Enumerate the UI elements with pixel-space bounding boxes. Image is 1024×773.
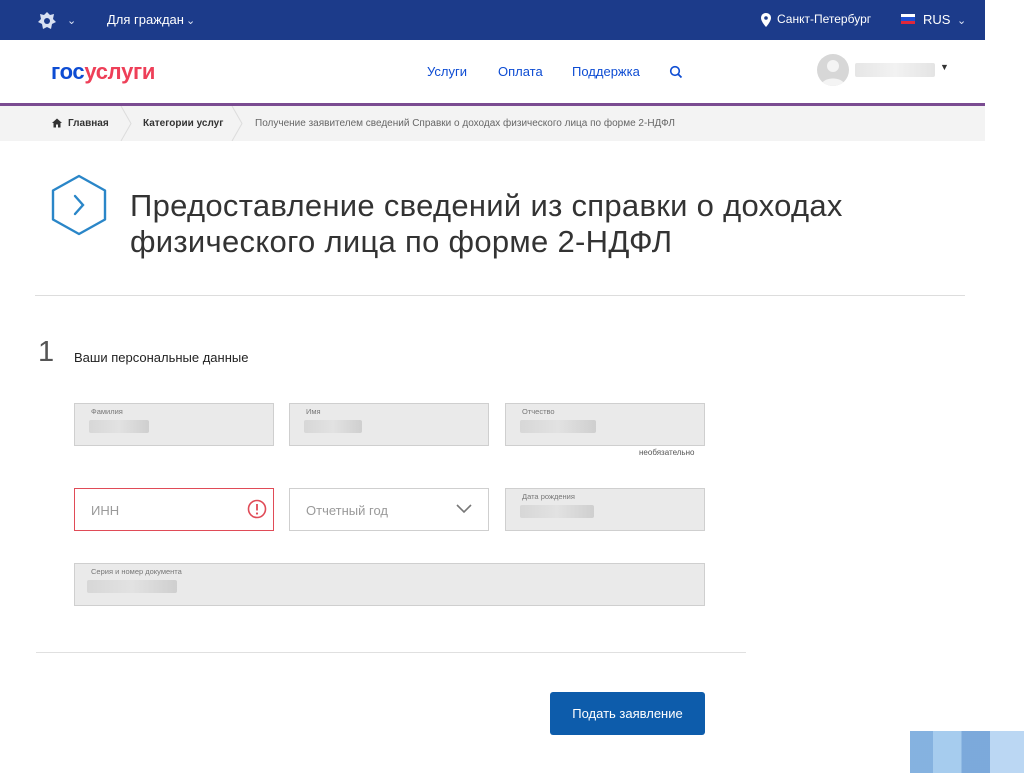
nav-support[interactable]: Поддержка <box>572 64 640 79</box>
step-number: 1 <box>38 336 55 368</box>
surname-label: Фамилия <box>91 407 123 416</box>
breadcrumb-separator <box>120 106 132 141</box>
breadcrumb-separator <box>231 106 243 141</box>
chevron-down-icon[interactable]: ⌄ <box>67 14 76 27</box>
submit-application-button[interactable]: Подать заявление <box>550 692 705 735</box>
birth-date-field[interactable]: Дата рождения <box>505 488 705 531</box>
patronymic-field[interactable]: Отчество <box>505 403 705 446</box>
birth-date-label: Дата рождения <box>522 492 575 501</box>
language-selector[interactable]: RUS <box>923 12 950 27</box>
chevron-down-icon[interactable]: ⌄ <box>186 14 195 27</box>
inn-placeholder: ИНН <box>91 503 120 518</box>
page-title: Предоставление сведений из справки о дох… <box>130 188 843 259</box>
site-header: госуслуги Услуги Оплата Поддержка ▼ <box>0 40 985 106</box>
nav-services[interactable]: Услуги <box>427 64 467 79</box>
russian-flag-icon <box>901 14 915 24</box>
breadcrumb-home[interactable]: Главная <box>68 118 109 129</box>
surname-field[interactable]: Фамилия <box>74 403 274 446</box>
chevron-down-icon[interactable] <box>455 503 473 515</box>
document-number-value-blurred <box>87 580 177 593</box>
document-number-field[interactable]: Серия и номер документа <box>74 563 705 606</box>
error-alert-icon <box>247 499 267 519</box>
chevron-down-icon[interactable]: ⌄ <box>957 14 966 27</box>
first-name-field[interactable]: Имя <box>289 403 489 446</box>
birth-date-value-blurred <box>520 505 594 518</box>
city-selector[interactable]: Санкт-Петербург <box>777 12 871 26</box>
gosuslugi-logo[interactable]: госуслуги <box>51 59 155 85</box>
breadcrumb-category[interactable]: Категории услуг <box>143 118 223 129</box>
nav-payment[interactable]: Оплата <box>498 64 543 79</box>
user-name-blurred[interactable] <box>855 63 935 77</box>
coat-of-arms-icon[interactable] <box>36 10 58 32</box>
blurred-overlay <box>910 731 1024 773</box>
patronymic-label: Отчество <box>522 407 555 416</box>
divider <box>35 295 965 296</box>
page: ⌄ Для граждан ⌄ Санкт-Петербург RUS ⌄ го… <box>0 0 985 773</box>
top-bar: ⌄ Для граждан ⌄ Санкт-Петербург RUS ⌄ <box>0 0 985 40</box>
breadcrumb-current: Получение заявителем сведений Справки о … <box>255 118 675 129</box>
optional-note: необязательно <box>639 448 695 457</box>
first-name-label: Имя <box>306 407 321 416</box>
audience-selector[interactable]: Для граждан <box>107 12 184 27</box>
step-title: Ваши персональные данные <box>74 350 249 365</box>
location-pin-icon <box>761 13 771 27</box>
divider <box>36 652 746 653</box>
search-icon[interactable] <box>669 65 683 79</box>
user-avatar[interactable] <box>817 54 849 86</box>
patronymic-value-blurred <box>520 420 596 433</box>
report-year-placeholder: Отчетный год <box>306 503 388 518</box>
first-name-value-blurred <box>304 420 362 433</box>
caret-down-icon[interactable]: ▼ <box>940 62 949 72</box>
home-icon[interactable] <box>52 118 62 128</box>
user-silhouette-icon <box>821 60 845 86</box>
surname-value-blurred <box>89 420 149 433</box>
inn-input[interactable]: ИНН <box>74 488 274 531</box>
document-number-label: Серия и номер документа <box>91 567 182 576</box>
breadcrumb: Главная Категории услуг Получение заявит… <box>0 106 985 141</box>
service-hexagon-arrow-icon <box>51 174 107 236</box>
